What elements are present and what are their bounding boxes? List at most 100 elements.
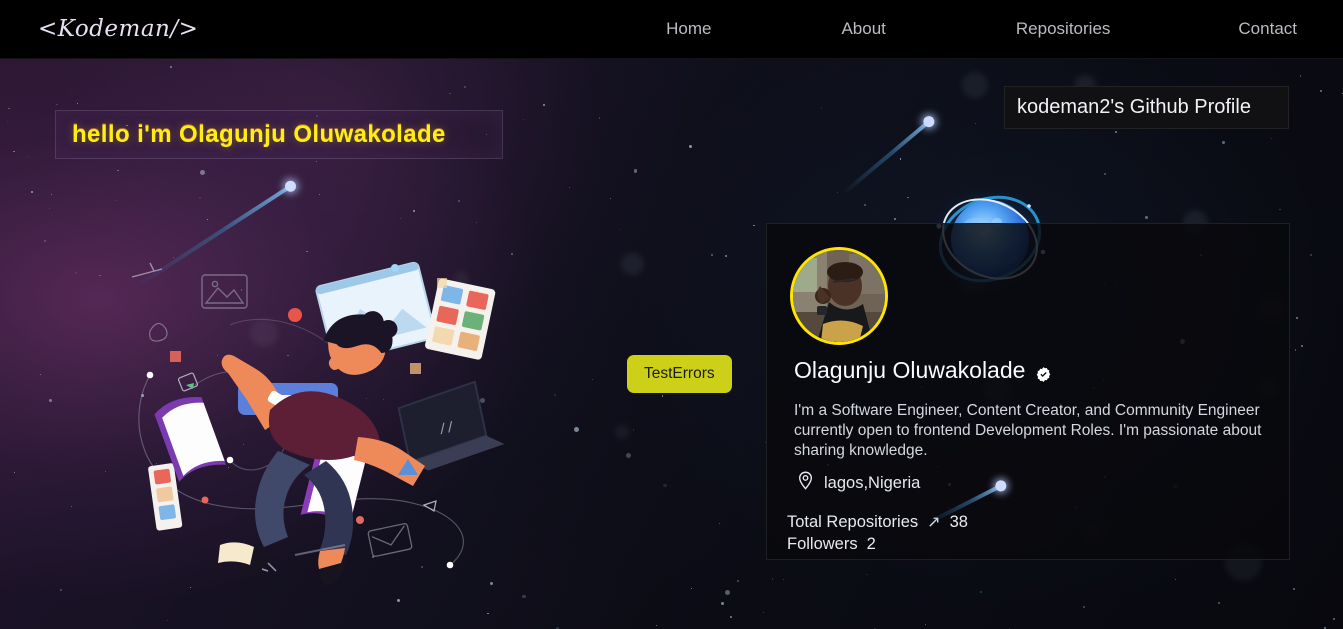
star-dot — [730, 616, 733, 618]
star-dot — [619, 229, 622, 231]
star-dot — [634, 169, 638, 173]
nebula-blob — [621, 253, 644, 276]
nav-link-home[interactable]: Home — [666, 19, 711, 39]
star-dot — [598, 117, 600, 119]
svg-text://: // — [437, 419, 455, 437]
star-dot — [44, 239, 47, 242]
star-dot — [1221, 140, 1225, 144]
followers-value: 2 — [866, 534, 876, 553]
map-pin-icon — [798, 471, 813, 495]
star-dot — [49, 207, 51, 209]
star-dot — [198, 197, 201, 200]
star-dot — [1270, 137, 1272, 139]
star-dot — [894, 218, 897, 220]
star-dot — [688, 144, 692, 149]
comet-head — [282, 178, 299, 194]
arrow-icon: ↗ — [927, 514, 941, 532]
star-dot — [1144, 216, 1148, 220]
repositories-label: Total Repositories — [787, 513, 919, 531]
star-dot — [522, 118, 524, 120]
user-avatar-photo — [790, 247, 888, 345]
star-dot — [476, 222, 478, 224]
nav-link-repositories[interactable]: Repositories — [1016, 19, 1111, 39]
star-dot — [1174, 579, 1176, 581]
page-root: <Kodeman/> Home About Repositories Conta… — [0, 0, 1343, 629]
star-dot — [1295, 316, 1298, 319]
star-dot — [1279, 208, 1281, 210]
stat-row-followers: Followers 2 — [787, 534, 968, 556]
star-dot — [1300, 345, 1303, 347]
stat-row-repositories: Total Repositories ↗ 38 — [787, 512, 968, 534]
star-dot — [568, 186, 570, 188]
profile-name-row: Olagunju Oluwakolade — [794, 357, 1052, 384]
profile-name: Olagunju Oluwakolade — [794, 357, 1026, 383]
shooting-star-upper-right — [843, 113, 937, 194]
star-dot — [116, 199, 118, 201]
star-dot — [837, 192, 839, 194]
star-dot — [99, 274, 101, 277]
star-dot — [396, 599, 401, 603]
site-logo[interactable]: <Kodeman/> — [38, 16, 198, 42]
star-dot — [974, 122, 976, 124]
followers-label: Followers — [787, 534, 858, 553]
star-dot — [900, 158, 902, 160]
nav-links-group: Home About Repositories Contact — [666, 19, 1343, 39]
star-dot — [104, 470, 106, 473]
floating-developer-illustration: // — [120, 255, 520, 595]
star-dot — [663, 484, 667, 488]
star-dot — [75, 272, 78, 274]
star-dot — [316, 161, 318, 163]
star-dot — [413, 209, 416, 212]
star-dot — [820, 107, 822, 109]
star-dot — [1299, 75, 1302, 77]
star-dot — [924, 623, 926, 625]
star-dot — [661, 395, 664, 397]
star-dot — [763, 611, 765, 613]
star-dot — [542, 104, 545, 107]
star-dot — [13, 151, 15, 153]
star-dot — [725, 254, 728, 257]
star-dot — [655, 624, 657, 626]
star-dot — [782, 579, 785, 581]
star-dot — [864, 204, 866, 207]
repositories-value: 38 — [949, 513, 968, 531]
star-dot — [753, 225, 755, 227]
hero-title-box: hello i'm Olagunju Oluwakolade — [55, 110, 503, 159]
star-dot — [56, 103, 58, 106]
verified-badge-icon — [1035, 362, 1052, 382]
star-dot — [719, 523, 721, 525]
star-dot — [399, 217, 402, 219]
github-profile-header-text: kodeman2's Github Profile — [1017, 96, 1251, 118]
star-dot — [1292, 587, 1295, 590]
profile-stats: Total Repositories ↗ 38 Followers 2 — [787, 512, 968, 556]
star-dot — [1083, 606, 1086, 609]
star-dot — [866, 573, 868, 576]
hero-title-text: hello i'm Olagunju Oluwakolade — [72, 120, 446, 148]
github-profile-card: Olagunju Oluwakolade I'm a Software Engi… — [766, 223, 1290, 560]
star-dot — [720, 602, 724, 606]
star-dot — [31, 190, 34, 193]
nav-link-contact[interactable]: Contact — [1238, 19, 1297, 39]
profile-bio: I'm a Software Engineer, Content Creator… — [794, 402, 1262, 459]
star-dot — [907, 196, 909, 199]
star-dot — [200, 170, 206, 176]
star-dot — [691, 587, 693, 589]
star-dot — [117, 169, 119, 171]
nebula-blob — [961, 71, 988, 98]
github-profile-header: kodeman2's Github Profile — [1004, 86, 1289, 129]
star-dot — [70, 506, 72, 508]
star-dot — [771, 578, 773, 580]
star-dot — [40, 373, 42, 376]
star-dot — [60, 588, 62, 591]
star-dot — [1294, 349, 1297, 351]
star-dot — [464, 85, 467, 88]
test-errors-button[interactable]: TestErrors — [627, 355, 732, 393]
profile-location-text: lagos,Nigeria — [824, 473, 921, 492]
nav-link-about[interactable]: About — [841, 19, 885, 39]
comet-tail — [843, 119, 931, 194]
star-dot — [626, 452, 632, 458]
star-dot — [725, 589, 730, 595]
top-navigation-bar: <Kodeman/> Home About Repositories Conta… — [0, 0, 1343, 59]
star-dot — [8, 107, 10, 109]
star-dot — [207, 218, 209, 220]
